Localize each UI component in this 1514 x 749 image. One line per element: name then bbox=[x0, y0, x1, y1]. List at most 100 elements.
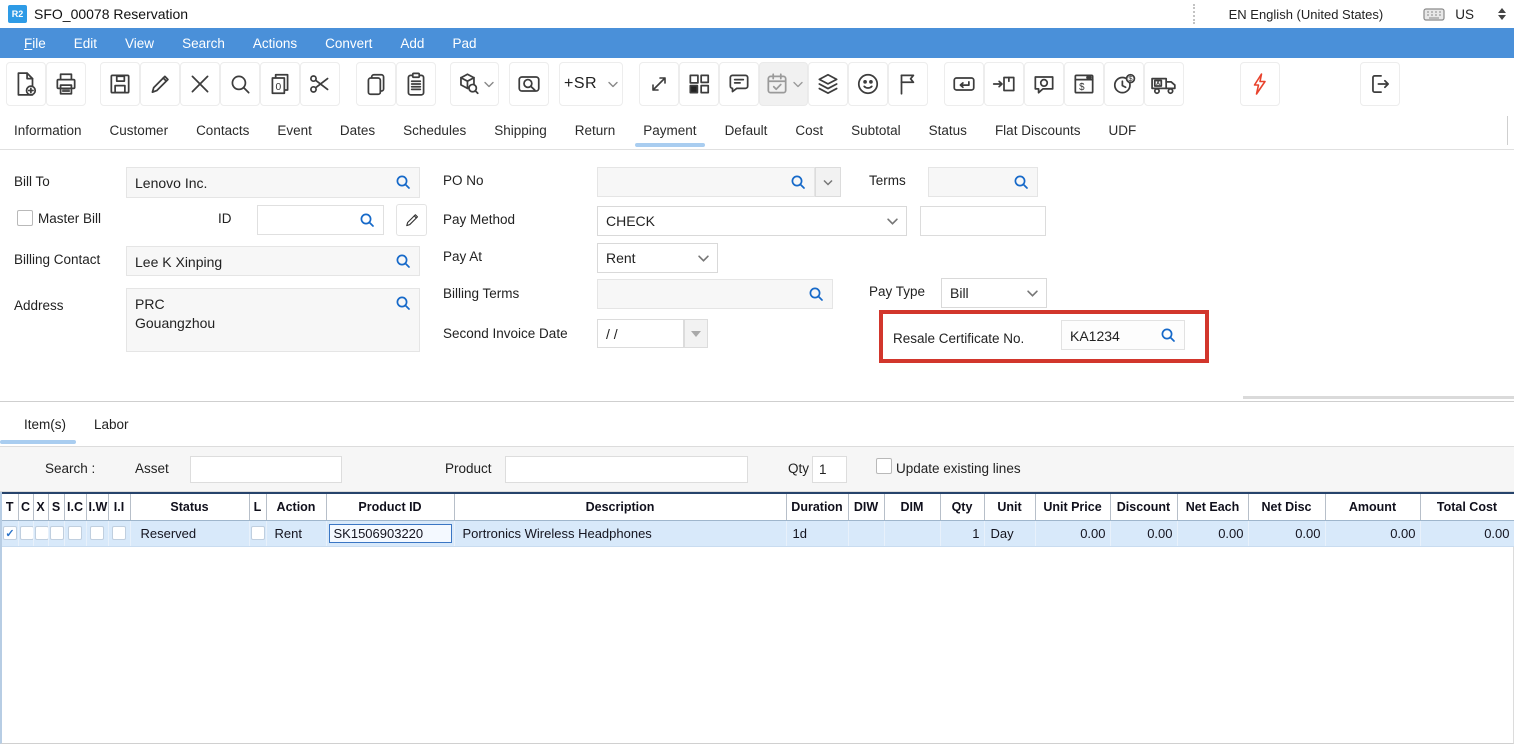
col-header-iw[interactable]: I.W bbox=[86, 493, 108, 520]
pay-at-dropdown[interactable]: Rent bbox=[597, 243, 718, 273]
smiley-button[interactable] bbox=[848, 62, 888, 106]
tab-udf[interactable]: UDF bbox=[1094, 113, 1150, 147]
col-header-net-each[interactable]: Net Each bbox=[1177, 493, 1248, 520]
search-icon[interactable] bbox=[790, 174, 806, 190]
search-icon[interactable] bbox=[808, 286, 824, 302]
col-header-action[interactable]: Action bbox=[266, 493, 326, 520]
search-icon[interactable] bbox=[1013, 174, 1029, 190]
delete-button[interactable] bbox=[180, 62, 220, 106]
pay-method-extra-field[interactable] bbox=[920, 206, 1046, 236]
update-existing-lines-checkbox[interactable] bbox=[876, 458, 892, 474]
tab-contacts[interactable]: Contacts bbox=[182, 113, 263, 147]
menu-add[interactable]: Add bbox=[386, 31, 438, 56]
tab-items[interactable]: Item(s) bbox=[10, 407, 80, 442]
billing-time-button[interactable]: $ bbox=[1104, 62, 1144, 106]
calendar-check-button[interactable] bbox=[759, 62, 808, 106]
row-c-checkbox[interactable] bbox=[20, 526, 34, 540]
pay-type-dropdown[interactable]: Bill bbox=[941, 278, 1047, 308]
invoice-button[interactable]: $ bbox=[1064, 62, 1104, 106]
col-header-ic[interactable]: I.C bbox=[64, 493, 86, 520]
address-field[interactable]: PRC Gouangzhou bbox=[126, 288, 420, 352]
product-search-button[interactable] bbox=[450, 62, 499, 106]
billing-contact-field[interactable]: Lee K Xinping bbox=[126, 246, 420, 276]
search-icon[interactable] bbox=[395, 295, 411, 311]
menu-file[interactable]: File bbox=[10, 31, 60, 56]
quick-action-button[interactable] bbox=[1240, 62, 1280, 106]
col-header-ii[interactable]: I.I bbox=[108, 493, 130, 520]
menu-search[interactable]: Search bbox=[168, 31, 239, 56]
col-header-dim[interactable]: DIM bbox=[884, 493, 940, 520]
search-icon[interactable] bbox=[359, 212, 375, 228]
tab-cost[interactable]: Cost bbox=[781, 113, 837, 147]
tab-subtotal[interactable]: Subtotal bbox=[837, 113, 915, 147]
menu-view[interactable]: View bbox=[111, 31, 168, 56]
horizontal-splitter[interactable] bbox=[1243, 396, 1514, 399]
po-no-field[interactable] bbox=[597, 167, 815, 197]
tab-payment[interactable]: Payment bbox=[629, 113, 710, 147]
add-sr-button[interactable]: +SR bbox=[559, 62, 623, 106]
billing-terms-field[interactable] bbox=[597, 279, 833, 309]
keyboard-layout[interactable]: US bbox=[1455, 7, 1474, 22]
col-header-diw[interactable]: DIW bbox=[848, 493, 884, 520]
tab-labor[interactable]: Labor bbox=[80, 407, 143, 442]
edit-button[interactable] bbox=[140, 62, 180, 106]
language-bar-options-icon[interactable] bbox=[1498, 8, 1506, 20]
search-icon[interactable] bbox=[395, 253, 411, 269]
col-header-duration[interactable]: Duration bbox=[786, 493, 848, 520]
exit-button[interactable] bbox=[1360, 62, 1400, 106]
layout-blocks-button[interactable] bbox=[679, 62, 719, 106]
cut-button[interactable] bbox=[300, 62, 340, 106]
col-header-t[interactable]: T bbox=[2, 493, 18, 520]
tab-flat-discounts[interactable]: Flat Discounts bbox=[981, 113, 1095, 147]
resale-certificate-field[interactable]: KA1234 bbox=[1061, 320, 1185, 350]
copy-button[interactable] bbox=[356, 62, 396, 106]
col-header-l[interactable]: L bbox=[249, 493, 266, 520]
master-bill-checkbox[interactable] bbox=[17, 210, 33, 226]
tab-default[interactable]: Default bbox=[711, 113, 782, 147]
row-ii-checkbox[interactable] bbox=[112, 526, 126, 540]
item-row[interactable]: Reserved Rent SK1506903220 Portronics Wi… bbox=[2, 520, 1514, 546]
tab-return[interactable]: Return bbox=[561, 113, 630, 147]
menu-pad[interactable]: Pad bbox=[438, 31, 490, 56]
second-invoice-date-field[interactable]: / / bbox=[597, 319, 684, 348]
col-header-description[interactable]: Description bbox=[454, 493, 786, 520]
expand-button[interactable] bbox=[639, 62, 679, 106]
comment-search-button[interactable] bbox=[1024, 62, 1064, 106]
col-header-status[interactable]: Status bbox=[130, 493, 249, 520]
edit-id-button[interactable] bbox=[396, 204, 427, 236]
ship-box-button[interactable] bbox=[984, 62, 1024, 106]
delivery-truck-button[interactable]: A bbox=[1144, 62, 1184, 106]
row-ic-checkbox[interactable] bbox=[68, 526, 82, 540]
col-header-unit-price[interactable]: Unit Price bbox=[1035, 493, 1110, 520]
tab-schedules[interactable]: Schedules bbox=[389, 113, 480, 147]
col-header-amount[interactable]: Amount bbox=[1325, 493, 1420, 520]
menu-convert[interactable]: Convert bbox=[311, 31, 386, 56]
asset-search-input[interactable] bbox=[190, 456, 342, 483]
language-bar-grip[interactable] bbox=[1193, 4, 1195, 24]
copy-count-button[interactable]: 0 bbox=[260, 62, 300, 106]
keyboard-icon[interactable] bbox=[1423, 7, 1445, 22]
flag-button[interactable] bbox=[888, 62, 928, 106]
pay-method-dropdown[interactable]: CHECK bbox=[597, 206, 907, 236]
row-product-id[interactable]: SK1506903220 bbox=[329, 524, 452, 543]
row-l-checkbox[interactable] bbox=[251, 526, 265, 540]
col-header-discount[interactable]: Discount bbox=[1110, 493, 1177, 520]
row-iw-checkbox[interactable] bbox=[90, 526, 104, 540]
return-pad-button[interactable] bbox=[944, 62, 984, 106]
terms-field[interactable] bbox=[928, 167, 1038, 197]
tab-event[interactable]: Event bbox=[263, 113, 326, 147]
col-header-s[interactable]: S bbox=[48, 493, 64, 520]
col-header-x[interactable]: X bbox=[33, 493, 48, 520]
layers-button[interactable] bbox=[808, 62, 848, 106]
row-s-checkbox[interactable] bbox=[50, 526, 64, 540]
col-header-product-id[interactable]: Product ID bbox=[326, 493, 454, 520]
tab-shipping[interactable]: Shipping bbox=[480, 113, 561, 147]
new-document-button[interactable] bbox=[6, 62, 46, 106]
menu-actions[interactable]: Actions bbox=[239, 31, 311, 56]
search-button[interactable] bbox=[220, 62, 260, 106]
po-no-dropdown-button[interactable] bbox=[815, 167, 841, 197]
search-icon[interactable] bbox=[1160, 327, 1176, 343]
col-header-net-disc[interactable]: Net Disc bbox=[1248, 493, 1325, 520]
qty-input[interactable]: 1 bbox=[812, 456, 847, 483]
product-search-input[interactable] bbox=[505, 456, 748, 483]
